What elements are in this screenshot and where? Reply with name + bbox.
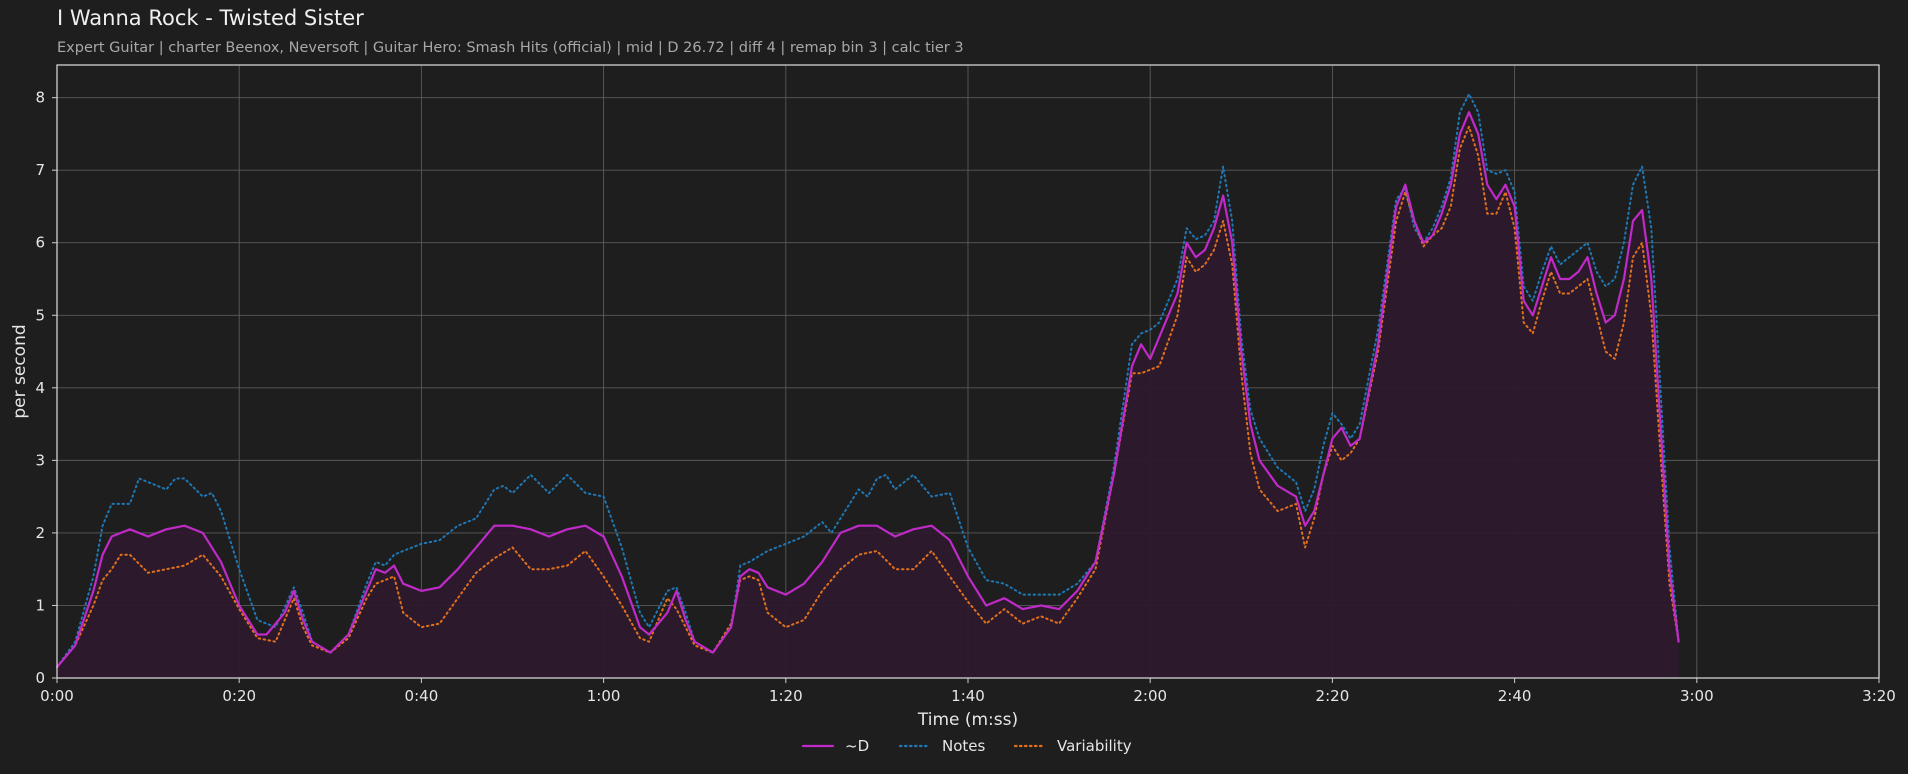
y-tick-label: 8 [35, 89, 45, 107]
y-tick-label: 3 [35, 451, 45, 469]
x-tick-label: 2:40 [1498, 687, 1532, 705]
legend: ~D Notes Variability [801, 737, 1132, 755]
y-tick-label: 6 [35, 234, 45, 252]
x-tick-label: 1:00 [587, 687, 621, 705]
y-tick-label: 0 [35, 669, 45, 687]
x-tick-label: 3:00 [1680, 687, 1714, 705]
y-tick-label: 7 [35, 161, 45, 179]
legend-label: Variability [1057, 737, 1132, 755]
x-tick-label: 3:20 [1862, 687, 1896, 705]
d-area-fill [57, 112, 1679, 678]
x-tick-label: 0:20 [222, 687, 256, 705]
x-tick-label: 1:20 [769, 687, 803, 705]
y-tick-label: 2 [35, 524, 45, 542]
legend-label: ~D [845, 737, 869, 755]
y-axis-label: per second [10, 324, 30, 418]
chart-canvas: 0:00 0:20 0:40 1:00 1:20 1:40 2:00 2:20 2:40 3:00… [10, 64, 1896, 755]
area-fill [57, 112, 1679, 678]
x-tick-label: 2:20 [1316, 687, 1350, 705]
legend-label: Notes [942, 737, 986, 755]
x-axis-label: Time (m:ss) [917, 710, 1018, 730]
x-tick-label: 2:00 [1133, 687, 1167, 705]
x-tick-label: 0:00 [40, 687, 74, 705]
y-tick-label: 1 [35, 596, 45, 614]
y-tick-label: 4 [35, 379, 45, 397]
y-tick-label: 5 [35, 306, 45, 324]
x-tick-label: 1:40 [951, 687, 985, 705]
x-tick-label: 0:40 [405, 687, 439, 705]
